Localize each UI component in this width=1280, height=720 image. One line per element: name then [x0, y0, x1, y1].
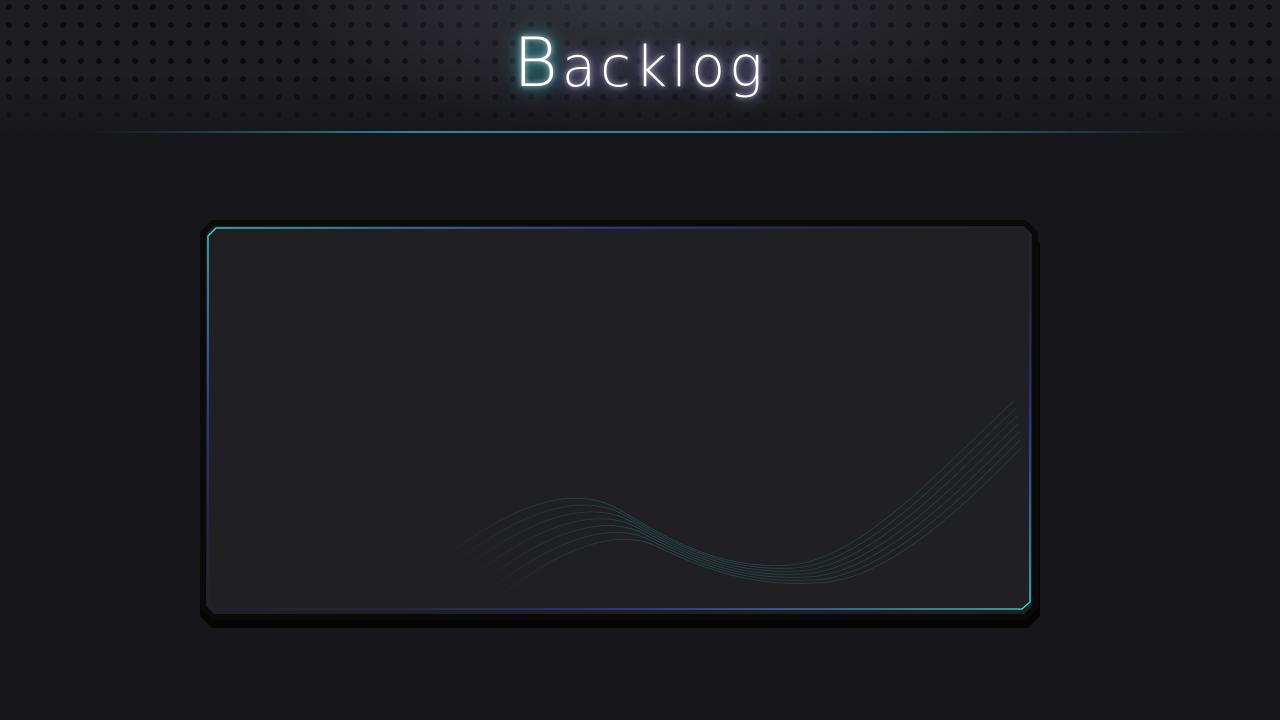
- backlog-entry-list[interactable]: [230, 248, 1010, 588]
- title-rest: acklog: [561, 35, 767, 100]
- backlog-screen: Backlog: [0, 0, 1280, 720]
- backlog-panel[interactable]: [200, 220, 1040, 628]
- header-divider: [90, 131, 1190, 133]
- screen-title: Backlog: [0, 24, 1280, 108]
- title-initial: B: [513, 24, 562, 103]
